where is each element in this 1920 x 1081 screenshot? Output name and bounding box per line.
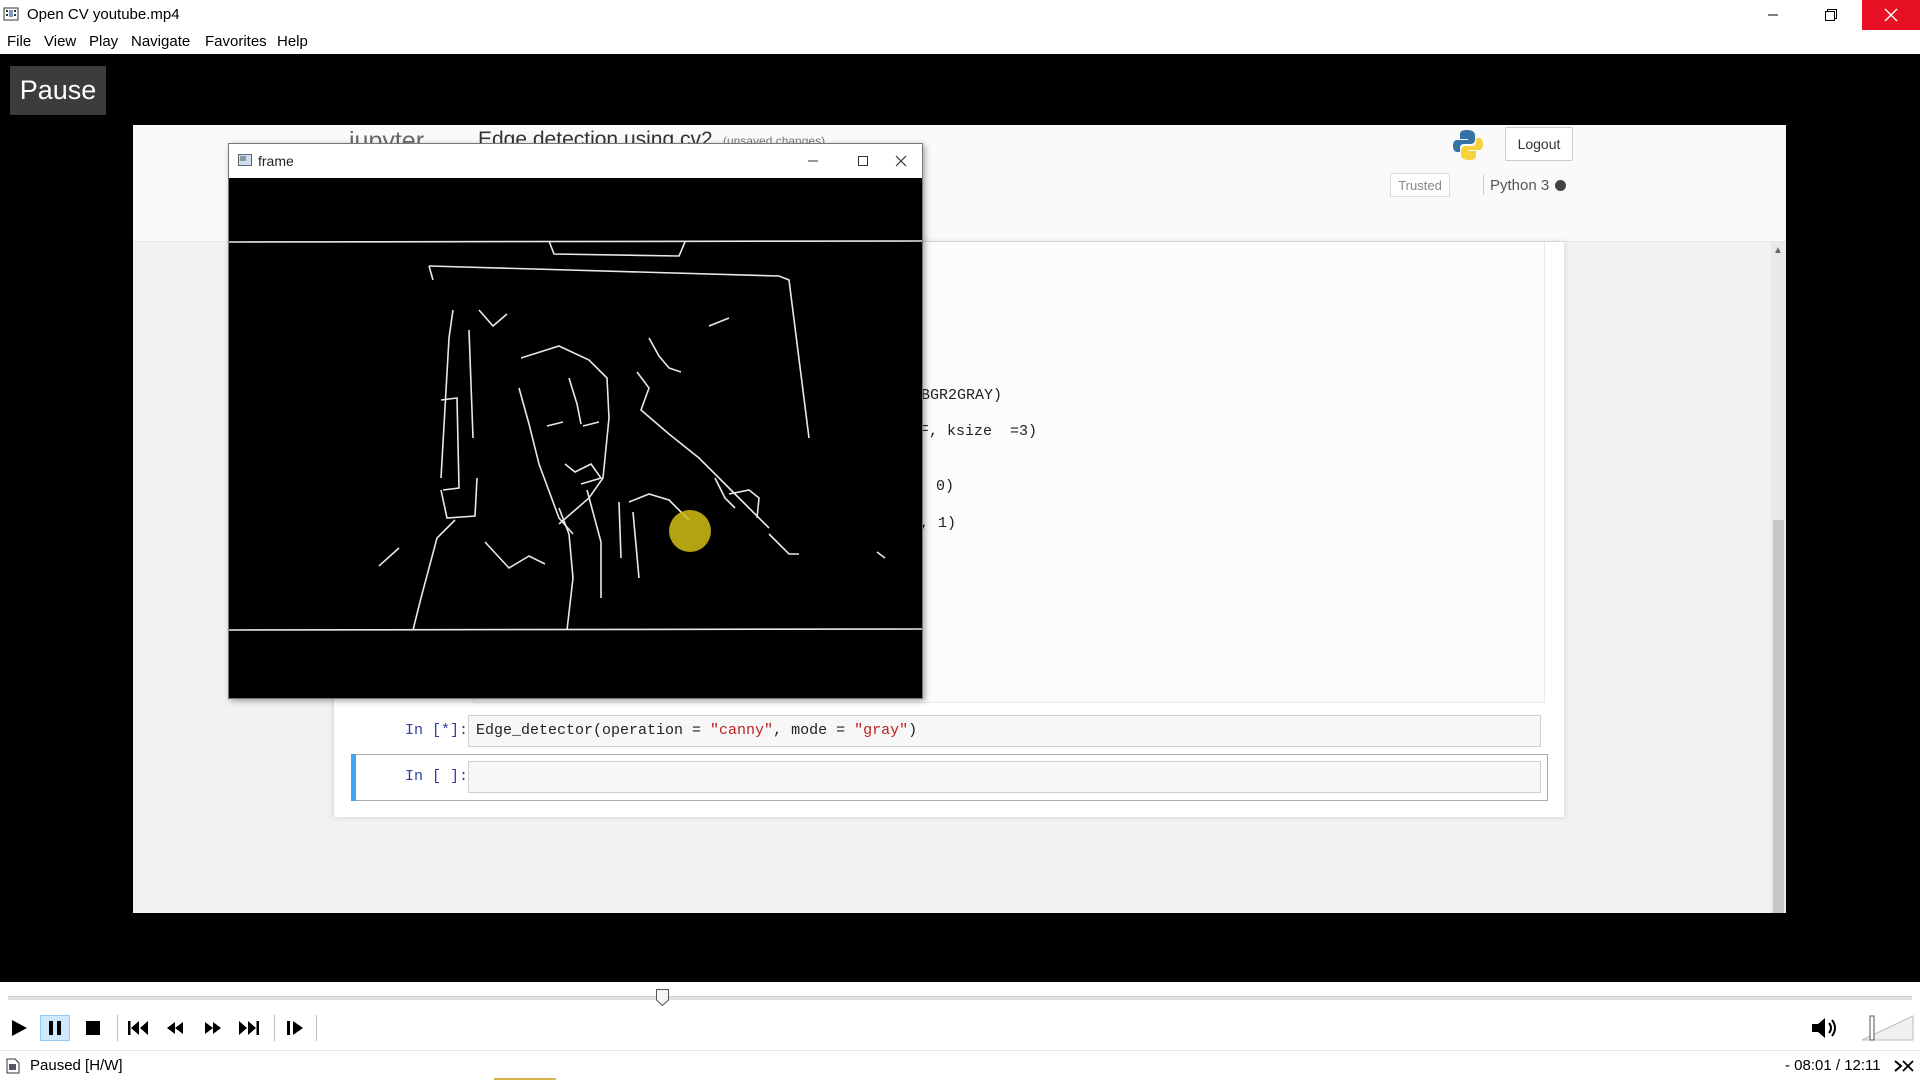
step-frame-icon bbox=[287, 1021, 303, 1035]
kernel-status-icon bbox=[1555, 180, 1566, 191]
code-line: , 1) bbox=[920, 515, 957, 532]
divider bbox=[274, 1015, 275, 1041]
play-button[interactable] bbox=[4, 1015, 34, 1041]
frame-close-icon bbox=[879, 148, 923, 174]
logout-button: Logout bbox=[1505, 127, 1573, 161]
app-icon bbox=[3, 7, 19, 21]
menu-favorites[interactable]: Favorites bbox=[205, 33, 267, 50]
menu-view[interactable]: View bbox=[44, 33, 76, 50]
trusted-badge: Trusted bbox=[1390, 173, 1450, 197]
osd-pause-label: Pause bbox=[10, 66, 106, 115]
close-button[interactable] bbox=[1862, 0, 1920, 30]
kernel-name: Python 3 bbox=[1490, 177, 1550, 194]
status-bar bbox=[0, 1050, 1920, 1081]
time-display[interactable]: - 08:01 / 12:11 bbox=[1785, 1057, 1881, 1074]
menu-help[interactable]: Help bbox=[277, 33, 308, 50]
seek-bar[interactable] bbox=[8, 996, 1912, 1000]
pause-button[interactable] bbox=[40, 1015, 70, 1041]
skip-forward-icon bbox=[239, 1021, 259, 1035]
menu-file[interactable]: File bbox=[7, 33, 31, 50]
seek-thumb[interactable] bbox=[656, 989, 670, 1006]
divider bbox=[1483, 175, 1484, 195]
rewind-button[interactable] bbox=[160, 1015, 190, 1041]
cell-code: Edge_detector(operation = "canny", mode … bbox=[476, 722, 917, 739]
play-icon bbox=[12, 1020, 27, 1036]
cell-prompt: In [ ]: bbox=[405, 768, 469, 785]
frame-minimize-icon bbox=[791, 148, 835, 174]
code-line: F, ksize =3) bbox=[920, 423, 1037, 440]
skip-back-icon bbox=[128, 1021, 148, 1035]
code-line: , 0) bbox=[918, 478, 955, 495]
cell-selection-bar bbox=[351, 754, 356, 801]
minimize-icon bbox=[1768, 14, 1778, 16]
divider bbox=[117, 1015, 118, 1041]
volume-icon[interactable] bbox=[1810, 1015, 1842, 1041]
cursor-highlight bbox=[669, 510, 711, 552]
title-bar bbox=[0, 0, 1920, 30]
renderer-icon bbox=[1894, 1060, 1914, 1072]
pause-icon bbox=[49, 1021, 61, 1035]
rewind-icon bbox=[167, 1022, 183, 1034]
string-literal: "canny" bbox=[710, 722, 774, 739]
frame-title: frame bbox=[258, 153, 294, 169]
python-logo-icon bbox=[1453, 130, 1483, 160]
menu-navigate[interactable]: Navigate bbox=[131, 33, 190, 50]
cell-prompt: In [*]: bbox=[405, 722, 469, 739]
playback-status: Paused [H/W] bbox=[30, 1057, 123, 1074]
edge-detection-image bbox=[229, 178, 922, 698]
menu-play[interactable]: Play bbox=[89, 33, 118, 50]
next-button[interactable] bbox=[234, 1015, 264, 1041]
stop-icon bbox=[86, 1021, 100, 1035]
close-icon bbox=[1884, 8, 1898, 22]
code-text: ) bbox=[908, 722, 918, 739]
fast-forward-icon bbox=[205, 1022, 221, 1034]
frame-window-icon bbox=[238, 154, 252, 166]
scrollbar-thumb bbox=[1773, 520, 1784, 913]
fast-forward-button[interactable] bbox=[198, 1015, 228, 1041]
minimize-button[interactable] bbox=[1744, 0, 1802, 30]
restore-icon bbox=[1825, 9, 1837, 21]
volume-slider[interactable] bbox=[1860, 1014, 1915, 1042]
scroll-up-icon: ▲ bbox=[1773, 245, 1783, 256]
previous-button[interactable] bbox=[123, 1015, 153, 1041]
status-document-icon bbox=[6, 1058, 20, 1074]
code-text: , mode = bbox=[773, 722, 855, 739]
stop-button[interactable] bbox=[78, 1015, 108, 1041]
string-literal: "gray" bbox=[854, 722, 909, 739]
restore-button[interactable] bbox=[1802, 0, 1860, 30]
code-line: BGR2GRAY) bbox=[921, 387, 1003, 404]
divider bbox=[316, 1015, 317, 1041]
code-text: F, ksize =3) bbox=[920, 423, 1038, 440]
cell-input bbox=[468, 761, 1541, 793]
code-text: Edge_detector(operation = bbox=[476, 722, 711, 739]
frame-step-button[interactable] bbox=[280, 1015, 310, 1041]
window-title: Open CV youtube.mp4 bbox=[27, 6, 180, 23]
frame-window: frame bbox=[228, 143, 923, 699]
